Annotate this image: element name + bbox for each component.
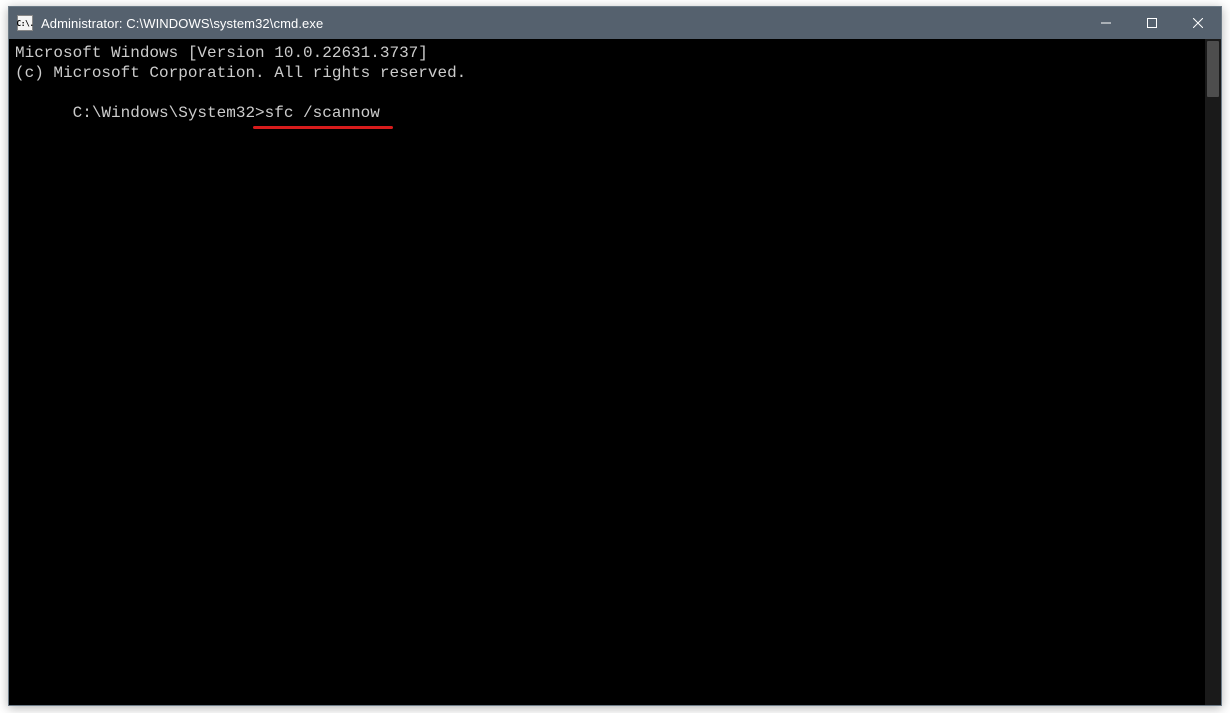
window-controls <box>1083 7 1221 39</box>
annotation-underline <box>253 126 393 129</box>
scrollbar-thumb[interactable] <box>1207 41 1219 97</box>
maximize-button[interactable] <box>1129 7 1175 39</box>
cmd-icon: C:\. <box>17 15 33 31</box>
terminal-prompt: C:\Windows\System32> <box>73 104 265 122</box>
maximize-icon <box>1147 18 1157 28</box>
titlebar[interactable]: C:\. Administrator: C:\WINDOWS\system32\… <box>9 7 1221 39</box>
window-title: Administrator: C:\WINDOWS\system32\cmd.e… <box>41 16 1083 31</box>
command-prompt-window: C:\. Administrator: C:\WINDOWS\system32\… <box>8 6 1222 706</box>
minimize-icon <box>1101 18 1111 28</box>
terminal-body[interactable]: Microsoft Windows [Version 10.0.22631.37… <box>9 39 1221 705</box>
terminal-command: sfc /scannow <box>265 104 380 122</box>
terminal-line-version: Microsoft Windows [Version 10.0.22631.37… <box>15 43 1215 63</box>
minimize-button[interactable] <box>1083 7 1129 39</box>
terminal-line-copyright: (c) Microsoft Corporation. All rights re… <box>15 63 1215 83</box>
close-button[interactable] <box>1175 7 1221 39</box>
close-icon <box>1193 18 1203 28</box>
terminal-prompt-line: C:\Windows\System32>sfc /scannow <box>15 83 1215 143</box>
scrollbar-track[interactable] <box>1205 39 1221 705</box>
